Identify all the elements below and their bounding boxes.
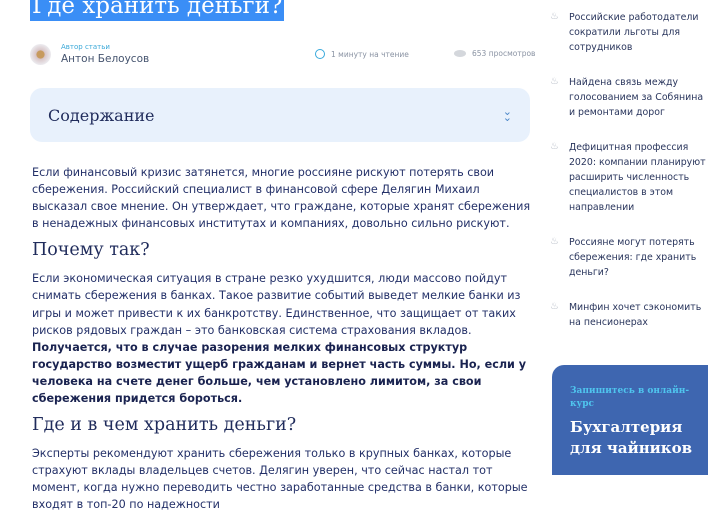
news-item[interactable]: ♨ Минфин хочет сэкономить на пенсионерах bbox=[550, 300, 706, 330]
table-of-contents[interactable]: Содержание ⌄ ⌄ bbox=[30, 88, 530, 142]
eye-icon bbox=[454, 50, 466, 57]
news-title: Найдена связь между голосованием за Собя… bbox=[568, 77, 704, 118]
toc-label: Содержание bbox=[48, 105, 155, 125]
news-title: Минфин хочет сэкономить на пенсионерах bbox=[568, 302, 702, 328]
news-item[interactable]: ♨ Найдена связь между голосованием за Соб… bbox=[550, 75, 706, 120]
news-title: Россияне могут потерять сбережения: где … bbox=[568, 237, 697, 278]
article-body: Если финансовый кризис затянется, многие… bbox=[32, 164, 538, 522]
clock-icon bbox=[315, 49, 325, 59]
paragraph: Эксперты рекомендуют хранить сбережения … bbox=[32, 447, 528, 512]
fire-icon: ♨ bbox=[550, 11, 559, 22]
course-promo[interactable]: Запишитесь в онлайн-курс Бухгалтерия для… bbox=[552, 365, 708, 475]
sidebar-news: ♨ Российские работодатели сократили льгот… bbox=[550, 10, 706, 330]
author-label: Автор статьи bbox=[61, 43, 110, 51]
read-time-text: 1 минуту на чтение bbox=[331, 49, 409, 59]
promo-title: Бухгалтерия для чайников bbox=[570, 418, 693, 457]
avatar bbox=[30, 43, 51, 65]
fire-icon: ♨ bbox=[550, 141, 559, 152]
fire-icon: ♨ bbox=[550, 76, 559, 87]
fire-icon: ♨ bbox=[550, 236, 559, 247]
views: 653 просмотров bbox=[454, 49, 535, 58]
news-item[interactable]: ♨ Россияне могут потерять сбережения: где… bbox=[550, 235, 706, 280]
news-item[interactable]: ♨ Дефицитная профессия 2020: компании пла… bbox=[550, 140, 706, 215]
author-name[interactable]: Антон Белоусов bbox=[61, 53, 149, 65]
promo-subtitle: Запишитесь в онлайн-курс bbox=[570, 386, 690, 409]
paragraph: Если финансовый кризис затянется, многие… bbox=[32, 166, 531, 231]
section-heading: Почему так? bbox=[32, 240, 150, 261]
author-block: Автор статьи Антон Белоусов bbox=[30, 43, 149, 65]
article-title: Где хранить деньги? bbox=[30, 0, 285, 21]
read-time: 1 минуту на чтение bbox=[315, 49, 409, 59]
news-item[interactable]: ♨ Российские работодатели сократили льгот… bbox=[550, 10, 706, 55]
news-title: Дефицитная профессия 2020: компании план… bbox=[568, 142, 706, 213]
section-heading: Где и в чем хранить деньги? bbox=[32, 415, 297, 436]
chevron-double-down-icon[interactable]: ⌄ ⌄ bbox=[503, 106, 512, 123]
paragraph: Если экономическая ситуация в стране рез… bbox=[32, 270, 538, 407]
paragraph-bold: Получается, что в случае разорения мелки… bbox=[32, 340, 527, 406]
paragraph-text: Если экономическая ситуация в стране рез… bbox=[32, 272, 521, 337]
news-title: Российские работодатели сократили льготы… bbox=[568, 12, 699, 53]
fire-icon: ♨ bbox=[550, 301, 559, 312]
views-text: 653 просмотров bbox=[472, 49, 536, 58]
